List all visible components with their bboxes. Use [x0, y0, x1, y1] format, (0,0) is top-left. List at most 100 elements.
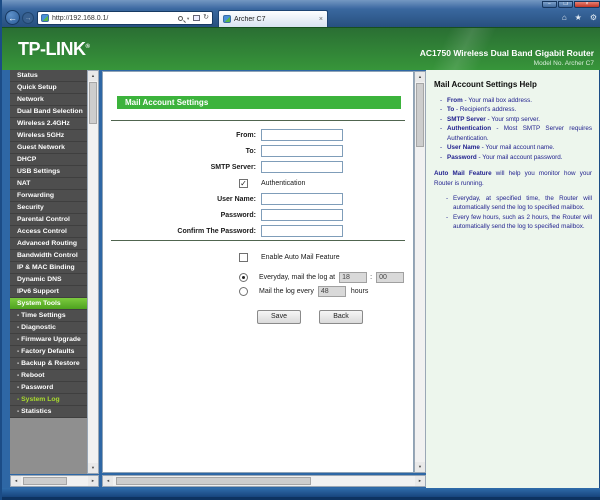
sidebar-item-access-control[interactable]: Access Control [10, 226, 87, 238]
compatibility-view-icon[interactable] [193, 15, 201, 21]
main-vertical-scrollbar[interactable]: ▲ ▼ [414, 71, 426, 473]
scroll-left-icon[interactable]: ◄ [103, 476, 113, 486]
back-form-button[interactable]: Back [319, 310, 363, 324]
sidebar-item-quick-setup[interactable]: Quick Setup [10, 82, 87, 94]
minimize-button[interactable]: − [542, 1, 557, 8]
password-input[interactable] [261, 209, 343, 221]
sidebar-item-ipv6-support[interactable]: IPv6 Support [10, 286, 87, 298]
sidebar-item-dhcp[interactable]: DHCP [10, 154, 87, 166]
model-number: Model No. Archer C7 [533, 60, 594, 67]
sidebar-horizontal-scrollbar[interactable]: ◄ ► [10, 475, 99, 487]
interval-radio[interactable] [239, 286, 248, 296]
username-label: User Name: [217, 195, 256, 203]
to-label: To: [245, 147, 256, 155]
sidebar-item-forwarding[interactable]: Forwarding [10, 190, 87, 202]
url-text[interactable]: http://192.168.0.1/ [52, 15, 178, 22]
address-bar[interactable]: http://192.168.0.1/ ▼ ↻ [37, 11, 213, 25]
sidebar-item-dynamic-dns[interactable]: Dynamic DNS [10, 274, 87, 286]
sidebar-item-statistics[interactable]: - Statistics [10, 406, 87, 418]
sidebar-item-parental-control[interactable]: Parental Control [10, 214, 87, 226]
authentication-checkbox[interactable]: ✓ [239, 178, 248, 188]
scrollbar-thumb[interactable] [416, 83, 424, 147]
dropdown-caret-icon[interactable]: ▼ [186, 16, 190, 21]
refresh-icon[interactable]: ↻ [203, 14, 209, 22]
sidebar-item-reboot[interactable]: - Reboot [10, 370, 87, 382]
sidebar-item-bandwidth-control[interactable]: Bandwidth Control [10, 250, 87, 262]
url-favicon-icon [41, 14, 49, 22]
scroll-right-icon[interactable]: ► [88, 476, 98, 486]
smtp-server-input[interactable] [261, 161, 343, 173]
hour-input[interactable] [339, 271, 368, 283]
sidebar-item-status[interactable]: Status [10, 70, 87, 82]
everyday-radio[interactable] [239, 272, 248, 282]
scrollbar-thumb[interactable] [116, 477, 311, 485]
sidebar-item-password[interactable]: - Password [10, 382, 87, 394]
favorites-star-icon[interactable]: ★ [575, 13, 582, 23]
scroll-up-icon[interactable]: ▲ [415, 72, 425, 82]
sidebar-item-wireless-2-4ghz[interactable]: Wireless 2.4GHz [10, 118, 87, 130]
help-bullet: Everyday, at specified time, the Router … [446, 194, 592, 213]
scroll-left-icon[interactable]: ◄ [11, 476, 21, 486]
sidebar-item-backup-restore[interactable]: - Backup & Restore [10, 358, 87, 370]
sidebar-item-factory-defaults[interactable]: - Factory Defaults [10, 346, 87, 358]
scrollbar-thumb[interactable] [89, 82, 97, 124]
help-bullet-list-2: Everyday, at specified time, the Router … [446, 194, 592, 232]
close-button[interactable]: × [574, 1, 600, 8]
sidebar-item-usb-settings[interactable]: USB Settings [10, 166, 87, 178]
sidebar-item-firmware-upgrade[interactable]: - Firmware Upgrade [10, 334, 87, 346]
back-button[interactable]: ← [5, 10, 20, 25]
authentication-label: Authentication [261, 179, 306, 187]
scroll-right-icon[interactable]: ► [415, 476, 425, 486]
from-label: From: [236, 131, 256, 139]
browser-navbar: ← → http://192.168.0.1/ ▼ ↻ Archer C7 × … [2, 9, 600, 27]
help-bullet: From - Your mail box address. [440, 96, 592, 106]
help-bullet: User Name - Your mail account name. [440, 143, 592, 153]
hours-suffix-label: hours [350, 287, 369, 295]
interval-hours-input[interactable] [317, 285, 346, 297]
browser-tab[interactable]: Archer C7 × [218, 10, 328, 27]
sidebar-item-nat[interactable]: NAT [10, 178, 87, 190]
search-icon[interactable] [178, 15, 184, 21]
sidebar-item-ip-mac-binding[interactable]: IP & MAC Binding [10, 262, 87, 274]
sidebar-item-system-tools[interactable]: System Tools [10, 298, 87, 310]
form-row-from: From: [103, 128, 413, 142]
everyday-radio-row: Everyday, mail the log at : [239, 271, 405, 283]
home-icon[interactable]: ⌂ [562, 13, 567, 23]
everyday-radio-label: Everyday, mail the log at [259, 273, 336, 281]
username-input[interactable] [261, 193, 343, 205]
scroll-down-icon[interactable]: ▼ [88, 463, 98, 473]
sidebar-item-guest-network[interactable]: Guest Network [10, 142, 87, 154]
sidebar-item-network[interactable]: Network [10, 94, 87, 106]
sidebar-vertical-scrollbar[interactable]: ▲ ▼ [87, 70, 99, 474]
help-bullet: Password - Your mail account password. [440, 153, 592, 163]
tab-close-icon[interactable]: × [319, 16, 323, 23]
forward-button[interactable]: → [22, 12, 34, 24]
sidebar-item-time-settings[interactable]: - Time Settings [10, 310, 87, 322]
from-input[interactable] [261, 129, 343, 141]
help-panel: Mail Account Settings Help From - Your m… [426, 70, 599, 488]
form-row-username: User Name: [103, 192, 413, 206]
sidebar-item-security[interactable]: Security [10, 202, 87, 214]
save-button[interactable]: Save [257, 310, 301, 324]
sidebar-item-dual-band-selection[interactable]: Dual Band Selection [10, 106, 87, 118]
scrollbar-thumb[interactable] [23, 477, 67, 485]
tools-gear-icon[interactable]: ⚙ [590, 13, 597, 23]
divider [111, 120, 405, 121]
tab-title: Archer C7 [234, 15, 266, 23]
sidebar-item-wireless-5ghz[interactable]: Wireless 5GHz [10, 130, 87, 142]
restore-button[interactable]: ❐ [558, 1, 573, 8]
scroll-up-icon[interactable]: ▲ [88, 71, 98, 81]
help-bullet-list: From - Your mail box address.To - Recipi… [440, 96, 592, 163]
minute-input[interactable] [376, 271, 405, 283]
scroll-down-icon[interactable]: ▼ [415, 462, 425, 472]
sidebar-item-system-log[interactable]: - System Log [10, 394, 87, 406]
sidebar-item-diagnostic[interactable]: - Diagnostic [10, 322, 87, 334]
confirm-password-input[interactable] [261, 225, 343, 237]
product-name: AC1750 Wireless Dual Band Gigabit Router [419, 48, 594, 58]
main-horizontal-scrollbar[interactable]: ◄ ► [102, 475, 426, 487]
to-input[interactable] [261, 145, 343, 157]
sidebar-item-advanced-routing[interactable]: Advanced Routing [10, 238, 87, 250]
authentication-row: ✓ Authentication [239, 177, 305, 189]
interval-radio-label: Mail the log every [259, 287, 314, 295]
enable-auto-mail-checkbox[interactable] [239, 252, 248, 262]
